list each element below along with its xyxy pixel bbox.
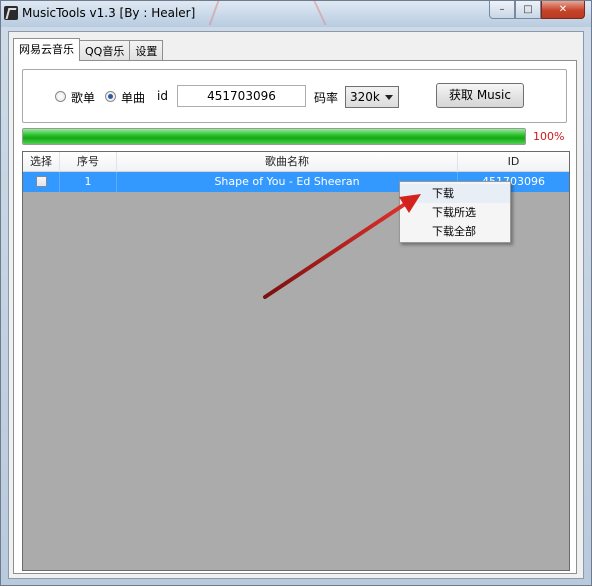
bitrate-select[interactable]: 320k xyxy=(345,86,399,108)
context-menu: 下载 下载所选 下载全部 xyxy=(399,181,511,243)
search-options-group: 歌单 单曲 id 451703096 码率 320k 获取 Music xyxy=(22,69,567,123)
progress-fill xyxy=(23,129,525,144)
row-index: 1 xyxy=(60,172,117,192)
column-header-title[interactable]: 歌曲名称 xyxy=(117,152,458,172)
playlist-radio-label[interactable]: 歌单 xyxy=(71,89,95,106)
column-header-select[interactable]: 选择 xyxy=(23,152,60,172)
fetch-music-button[interactable]: 获取 Music xyxy=(436,83,524,108)
column-header-index[interactable]: 序号 xyxy=(60,152,117,172)
minimize-icon[interactable]: – xyxy=(489,1,515,19)
close-icon[interactable]: ✕ xyxy=(541,1,585,19)
row-checkbox[interactable] xyxy=(35,176,47,187)
title-bar[interactable]: MusicTools v1.3 [By : Healer] – □ ✕ xyxy=(1,1,591,27)
chevron-down-icon xyxy=(385,95,393,100)
tab-qq-music[interactable]: QQ音乐 xyxy=(79,40,131,60)
bitrate-label: 码率 xyxy=(314,91,339,105)
progress-percent: 100% xyxy=(533,130,565,143)
menu-item-download[interactable]: 下载 xyxy=(400,184,510,203)
window-title: MusicTools v1.3 [By : Healer] xyxy=(22,6,196,20)
caption-buttons: – □ ✕ xyxy=(489,1,585,19)
tab-netease[interactable]: 网易云音乐 xyxy=(13,38,80,61)
tab-strip: 网易云音乐 QQ音乐 设置 xyxy=(13,38,164,61)
app-window: MusicTools v1.3 [By : Healer] – □ ✕ 网易云音… xyxy=(0,0,592,586)
single-radio[interactable] xyxy=(105,91,116,102)
menu-item-download-selected[interactable]: 下载所选 xyxy=(400,203,510,222)
table-header: 选择 序号 歌曲名称 ID xyxy=(23,152,569,172)
playlist-radio[interactable] xyxy=(55,91,66,102)
background-streak xyxy=(313,1,327,25)
bitrate-value: 320k xyxy=(350,90,380,104)
single-radio-label[interactable]: 单曲 xyxy=(121,89,145,106)
id-label: id xyxy=(157,89,168,103)
menu-item-download-all[interactable]: 下载全部 xyxy=(400,222,510,241)
tab-panel: 歌单 单曲 id 451703096 码率 320k 获取 Music 100%… xyxy=(13,60,577,574)
tab-settings[interactable]: 设置 xyxy=(129,40,164,60)
maximize-icon[interactable]: □ xyxy=(515,1,541,19)
background-streak xyxy=(208,1,220,25)
row-select-cell xyxy=(23,172,60,192)
app-icon xyxy=(4,6,18,20)
id-input[interactable]: 451703096 xyxy=(177,85,306,107)
client-area: 网易云音乐 QQ音乐 设置 歌单 单曲 id 451703096 码率 320k… xyxy=(8,31,584,579)
download-progress-bar xyxy=(22,128,526,145)
column-header-id[interactable]: ID xyxy=(458,152,569,172)
